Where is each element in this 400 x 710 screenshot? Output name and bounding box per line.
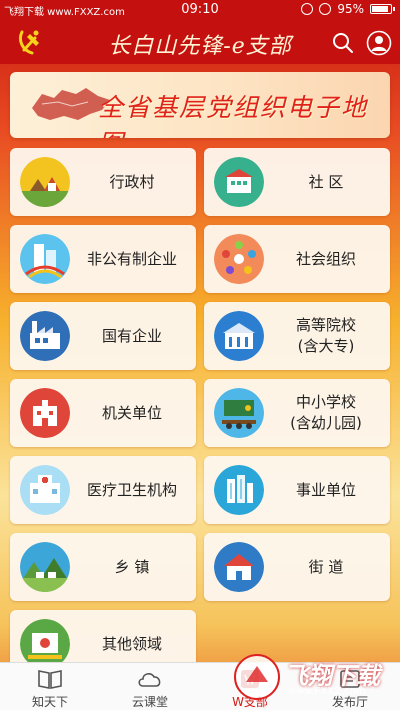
village-icon (20, 157, 70, 207)
category-label: 高等院校 (含大专) (272, 302, 380, 370)
battery-percent: 95% (337, 2, 364, 16)
category-school[interactable]: 中小学校 (含幼儿园) (204, 379, 390, 447)
category-label: 中小学校 (含幼儿园) (272, 379, 380, 447)
category-community[interactable]: 社 区 (204, 148, 390, 216)
search-icon[interactable] (330, 30, 356, 56)
category-village[interactable]: 行政村 (10, 148, 196, 216)
township-icon (20, 542, 70, 592)
nav-yunketang[interactable]: 云课堂 (100, 663, 200, 710)
category-label: 医疗卫生机构 (78, 456, 186, 524)
category-township[interactable]: 乡 镇 (10, 533, 196, 601)
category-hospital[interactable]: 医疗卫生机构 (10, 456, 196, 524)
category-label: 行政村 (78, 148, 186, 216)
category-label: 乡 镇 (78, 533, 186, 601)
category-label: 国有企业 (78, 302, 186, 370)
category-state-enterprise[interactable]: 国有企业 (10, 302, 196, 370)
label-line1: 社 区 (308, 172, 344, 191)
state-enterprise-icon (20, 311, 70, 361)
school-icon (214, 388, 264, 438)
category-public-institution[interactable]: 事业单位 (204, 456, 390, 524)
map-banner[interactable]: 全省基层党组织电子地图 (10, 72, 390, 138)
label-line1: 其他领域 (101, 634, 162, 653)
category-government[interactable]: 机关单位 (10, 379, 196, 447)
label-line1: 乡 镇 (114, 557, 150, 576)
nav-label: 知天下 (31, 695, 68, 709)
user-icon[interactable] (366, 30, 392, 56)
category-social-org[interactable]: 社会组织 (204, 225, 390, 293)
government-icon (20, 388, 70, 438)
watermark-logo: 飞翔下载 www.FXXZ.com (232, 646, 392, 706)
status-right: 95% (301, 2, 395, 16)
category-street[interactable]: 街 道 (204, 533, 390, 601)
public-institution-icon (214, 465, 264, 515)
label-line1: 中小学校 (295, 393, 356, 411)
watermark-emblem-icon (234, 654, 280, 700)
category-university[interactable]: 高等院校 (含大专) (204, 302, 390, 370)
book-icon (38, 670, 62, 689)
social-org-icon (214, 234, 264, 284)
community-icon (214, 157, 264, 207)
alarm-icon (301, 3, 314, 15)
battery-icon (370, 4, 395, 14)
category-label: 非公有制企业 (78, 225, 186, 293)
category-label: 事业单位 (272, 456, 380, 524)
clock-icon (319, 3, 332, 15)
label-line1: 事业单位 (295, 480, 356, 499)
watermark-url: www.FXXZ.com (288, 686, 366, 697)
category-label: 社 区 (272, 148, 380, 216)
category-label: 街 道 (272, 533, 380, 601)
label-line1: 社会组织 (295, 249, 356, 268)
app-header: 长白山先锋-e支部 (0, 20, 400, 64)
label-line1: 机关单位 (101, 403, 162, 422)
cloud-icon (138, 673, 161, 687)
category-label: 机关单位 (78, 379, 186, 447)
label-line1: 非公有制企业 (86, 249, 177, 268)
nav-label: 云课堂 (131, 695, 168, 709)
category-label: 社会组织 (272, 225, 380, 293)
label-line1: 街 道 (308, 557, 344, 576)
nav-zhitianxia[interactable]: 知天下 (0, 663, 100, 710)
label-line2: (含大专) (297, 337, 355, 355)
hospital-icon (20, 465, 70, 515)
university-icon (214, 311, 264, 361)
banner-title: 全省基层党组织电子地图 (98, 93, 369, 138)
status-bar: 飞翔下载 www.FXXZ.com 09:10 95% (0, 0, 400, 20)
label-line2: (含幼儿园) (290, 414, 362, 432)
private-enterprise-icon (20, 234, 70, 284)
label-line1: 国有企业 (101, 326, 162, 345)
label-line1: 医疗卫生机构 (86, 480, 177, 499)
label-line1: 行政村 (109, 172, 155, 191)
label-line1: 高等院校 (295, 316, 356, 334)
category-private-enterprise[interactable]: 非公有制企业 (10, 225, 196, 293)
street-icon (214, 542, 264, 592)
